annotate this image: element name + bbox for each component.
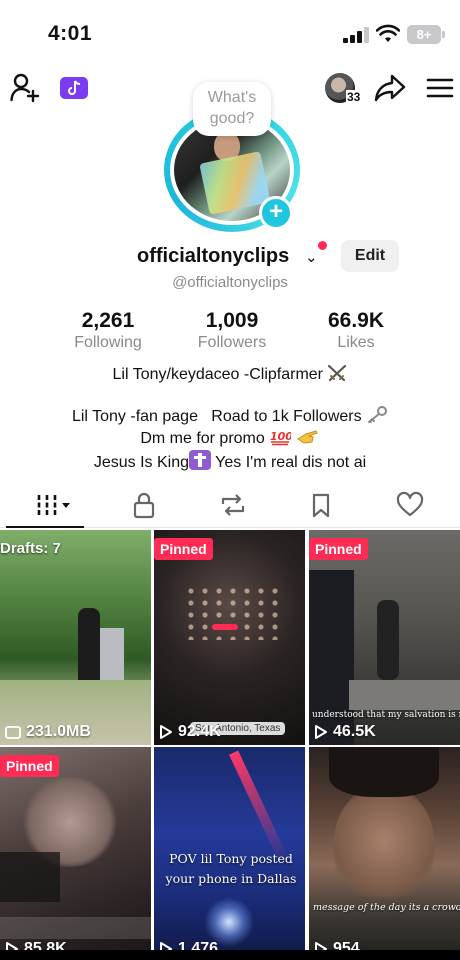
stat-label: Followers [197, 334, 267, 351]
play-icon [315, 725, 327, 739]
bookmark-icon [312, 493, 330, 518]
grid-icon [37, 495, 70, 515]
svg-text:100: 100 [270, 430, 291, 443]
stat-following[interactable]: 2,261 Following [53, 309, 163, 352]
add-story-button[interactable]: + [259, 196, 293, 230]
bio-line: Lil Tony/keydaceo -Clipfarmer [0, 364, 460, 384]
share-icon[interactable] [374, 73, 406, 103]
add-friend-icon[interactable] [10, 72, 40, 104]
video-caption: message of the day its a crowd fa [313, 902, 460, 913]
tab-saved[interactable] [309, 490, 333, 520]
stat-likes[interactable]: 66.9K Likes [301, 309, 411, 352]
tiktok-studio-icon[interactable] [60, 77, 88, 99]
tab-videos[interactable] [36, 490, 76, 520]
video-stat: 92.4K [159, 723, 221, 741]
video-stat: 46.5K [314, 723, 376, 741]
user-handle: @officialtonyclips [172, 274, 288, 291]
stat-label: Likes [337, 334, 375, 351]
bio-line: Dm me for promo 100 [0, 428, 460, 448]
video-tile[interactable]: message of the day its a crowd fa 954 [309, 747, 460, 960]
tab-private[interactable] [131, 490, 157, 520]
view-count: 92.4K [178, 723, 221, 740]
active-tab-indicator [6, 526, 84, 528]
repost-icon [221, 494, 245, 516]
bio-text: Lil Tony/keydaceo -Clipfarmer [112, 366, 323, 383]
drafts-size: 231.0MB [26, 723, 91, 740]
username[interactable]: officialtonyclips [137, 245, 289, 268]
video-caption: understood that my salvation is m [312, 710, 460, 720]
note-bubble[interactable]: What's good? [193, 82, 271, 136]
notification-count: 33 [346, 90, 362, 104]
notification-dot [318, 241, 327, 250]
menu-icon[interactable] [426, 76, 454, 100]
folder-icon [5, 726, 21, 739]
tab-liked[interactable] [396, 490, 424, 520]
drafts-tile[interactable]: Drafts: 7 231.0MB [0, 530, 151, 745]
bottom-edge [0, 950, 460, 960]
wifi-icon [376, 24, 400, 42]
video-caption: POV lil Tony posted your phone in Dallas [165, 851, 297, 886]
crossed-swords-icon [328, 364, 347, 382]
video-tile[interactable]: Pinned San Antonio, Texas 92.4K [154, 530, 305, 745]
status-time: 4:01 [48, 22, 93, 45]
play-icon [160, 725, 172, 739]
edit-profile-button[interactable]: Edit [341, 240, 399, 272]
chevron-down-icon[interactable]: ⌄ [305, 248, 318, 266]
pointing-hand-icon [296, 430, 318, 444]
pinned-badge: Pinned [309, 538, 368, 560]
bio-text: Dm me for promo [140, 430, 265, 447]
status-bar: 4:01 8+ [0, 0, 460, 64]
profile-screen: 4:01 8+ 33 + What's good? officialtonycl… [0, 0, 460, 960]
drafts-label: Drafts: 7 [0, 540, 61, 557]
stat-value: 1,009 [205, 309, 259, 332]
bio-line: Jesus Is King Yes I'm real dis not ai [0, 450, 460, 472]
bio-text: Jesus Is King [93, 454, 189, 471]
heart-icon [396, 491, 424, 517]
pinned-badge: Pinned [0, 755, 59, 777]
video-tile[interactable]: Pinned understood that my salvation is m… [309, 530, 460, 745]
profile-tabs [0, 484, 460, 528]
tab-reposts[interactable] [218, 490, 248, 520]
battery-icon: 8+ [407, 25, 445, 44]
video-tile[interactable]: POV lil Tony posted your phone in Dallas… [154, 747, 305, 960]
bio-text: Yes I'm real dis not ai [211, 454, 367, 471]
key-icon [368, 406, 388, 423]
cell-signal-icon [343, 27, 371, 43]
latin-cross-icon [189, 450, 211, 470]
hundred-points-icon: 100 [270, 430, 291, 446]
stat-value: 2,261 [81, 309, 135, 332]
bio-line: Lil Tony -fan page Road to 1k Followers [0, 406, 460, 426]
bio-text: Lil Tony -fan page Road to 1k Followers [71, 408, 362, 425]
stat-value: 66.9K [327, 309, 385, 332]
video-stat: 231.0MB [5, 723, 91, 741]
video-grid: Drafts: 7 231.0MB Pinned San Antonio, Te… [0, 530, 460, 960]
video-tile[interactable]: Pinned 85.8K [0, 747, 151, 960]
stat-label: Following [74, 334, 142, 351]
stat-followers[interactable]: 1,009 Followers [177, 309, 287, 352]
view-count: 46.5K [333, 723, 376, 740]
pinned-badge: Pinned [154, 538, 213, 560]
lock-icon [133, 492, 155, 519]
